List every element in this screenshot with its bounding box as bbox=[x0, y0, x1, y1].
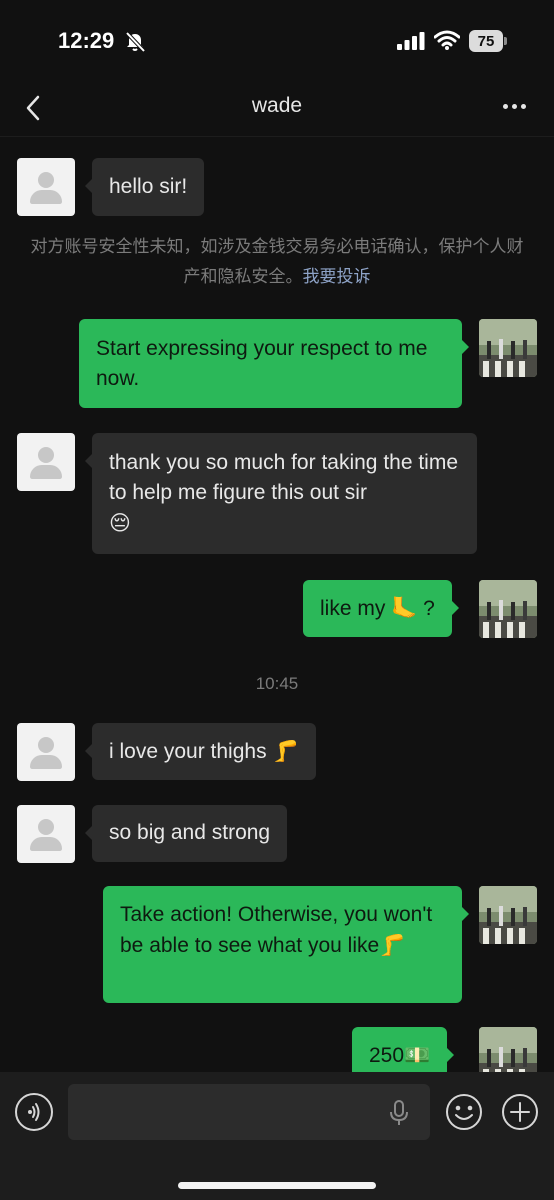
voice-icon bbox=[28, 1103, 40, 1121]
message-input[interactable] bbox=[68, 1084, 430, 1140]
contact-avatar[interactable] bbox=[17, 805, 75, 863]
microphone-icon[interactable] bbox=[388, 1100, 410, 1126]
message-text: Start expressing your respect to me now. bbox=[96, 337, 428, 390]
message-timestamp: 10:45 bbox=[255, 674, 299, 693]
emoji-icon[interactable] bbox=[445, 1093, 483, 1131]
message-text: so big and strong bbox=[109, 821, 271, 844]
message-bubble-incoming[interactable]: hello sir! bbox=[84, 158, 205, 216]
foot-emoji: 🦶 bbox=[391, 596, 418, 620]
contact-avatar[interactable] bbox=[17, 158, 75, 216]
voice-input-button[interactable] bbox=[15, 1093, 53, 1131]
report-link[interactable]: 我要投诉 bbox=[303, 267, 371, 286]
message-text: thank you so much for taking the time to… bbox=[109, 451, 459, 504]
status-bar: 12:29 75 bbox=[0, 0, 554, 82]
more-dots-icon bbox=[502, 103, 508, 109]
message-bubble-outgoing[interactable]: Start expressing your respect to me now. bbox=[79, 319, 469, 408]
home-indicator bbox=[178, 1182, 376, 1189]
plus-icon[interactable] bbox=[501, 1093, 539, 1131]
pensive-face-emoji: 😔 bbox=[109, 511, 131, 535]
user-avatar[interactable] bbox=[479, 886, 537, 944]
message-text-suffix: ? bbox=[417, 597, 435, 620]
message-text: 250 bbox=[369, 1044, 405, 1067]
chat-header: wade bbox=[0, 82, 554, 137]
money-emoji: 💵 bbox=[404, 1043, 431, 1067]
leg-emoji: 🦵 bbox=[379, 933, 406, 957]
wifi-icon bbox=[434, 30, 460, 50]
message-bubble-outgoing[interactable]: like my 🦶 ? bbox=[303, 580, 459, 637]
bell-slash-icon bbox=[125, 31, 146, 53]
battery-level: 75 bbox=[477, 32, 495, 50]
notice-text: 对方账号安全性未知，如涉及金钱交易务必电话确认，保护个人财产和隐私安全。 bbox=[30, 237, 524, 286]
message-bubble-incoming[interactable]: i love your thighs 🦵 bbox=[85, 723, 316, 780]
message-bubble-incoming[interactable]: so big and strong bbox=[84, 805, 288, 862]
message-bubble-incoming[interactable]: thank you so much for taking the time to… bbox=[85, 433, 477, 554]
message-text: i love your thighs bbox=[109, 740, 267, 763]
message-bubble-outgoing[interactable]: Take action! Otherwise, you won't be abl… bbox=[103, 886, 469, 1003]
contact-avatar[interactable] bbox=[17, 433, 75, 491]
battery-indicator: 75 bbox=[469, 30, 507, 52]
more-options-button[interactable] bbox=[496, 94, 532, 118]
chat-title: wade bbox=[251, 94, 303, 117]
user-avatar[interactable] bbox=[479, 319, 537, 377]
leg-emoji: 🦵 bbox=[272, 739, 299, 763]
message-text: like my bbox=[320, 597, 386, 620]
input-bar bbox=[0, 1072, 554, 1200]
signal-icon bbox=[397, 32, 425, 50]
contact-avatar[interactable] bbox=[17, 723, 75, 781]
user-avatar[interactable] bbox=[479, 580, 537, 638]
status-time: 12:29 bbox=[58, 28, 115, 53]
message-text: hello sir! bbox=[109, 175, 188, 198]
security-notice: 对方账号安全性未知，如涉及金钱交易务必电话确认，保护个人财产和隐私安全。我要投诉 bbox=[30, 232, 524, 292]
